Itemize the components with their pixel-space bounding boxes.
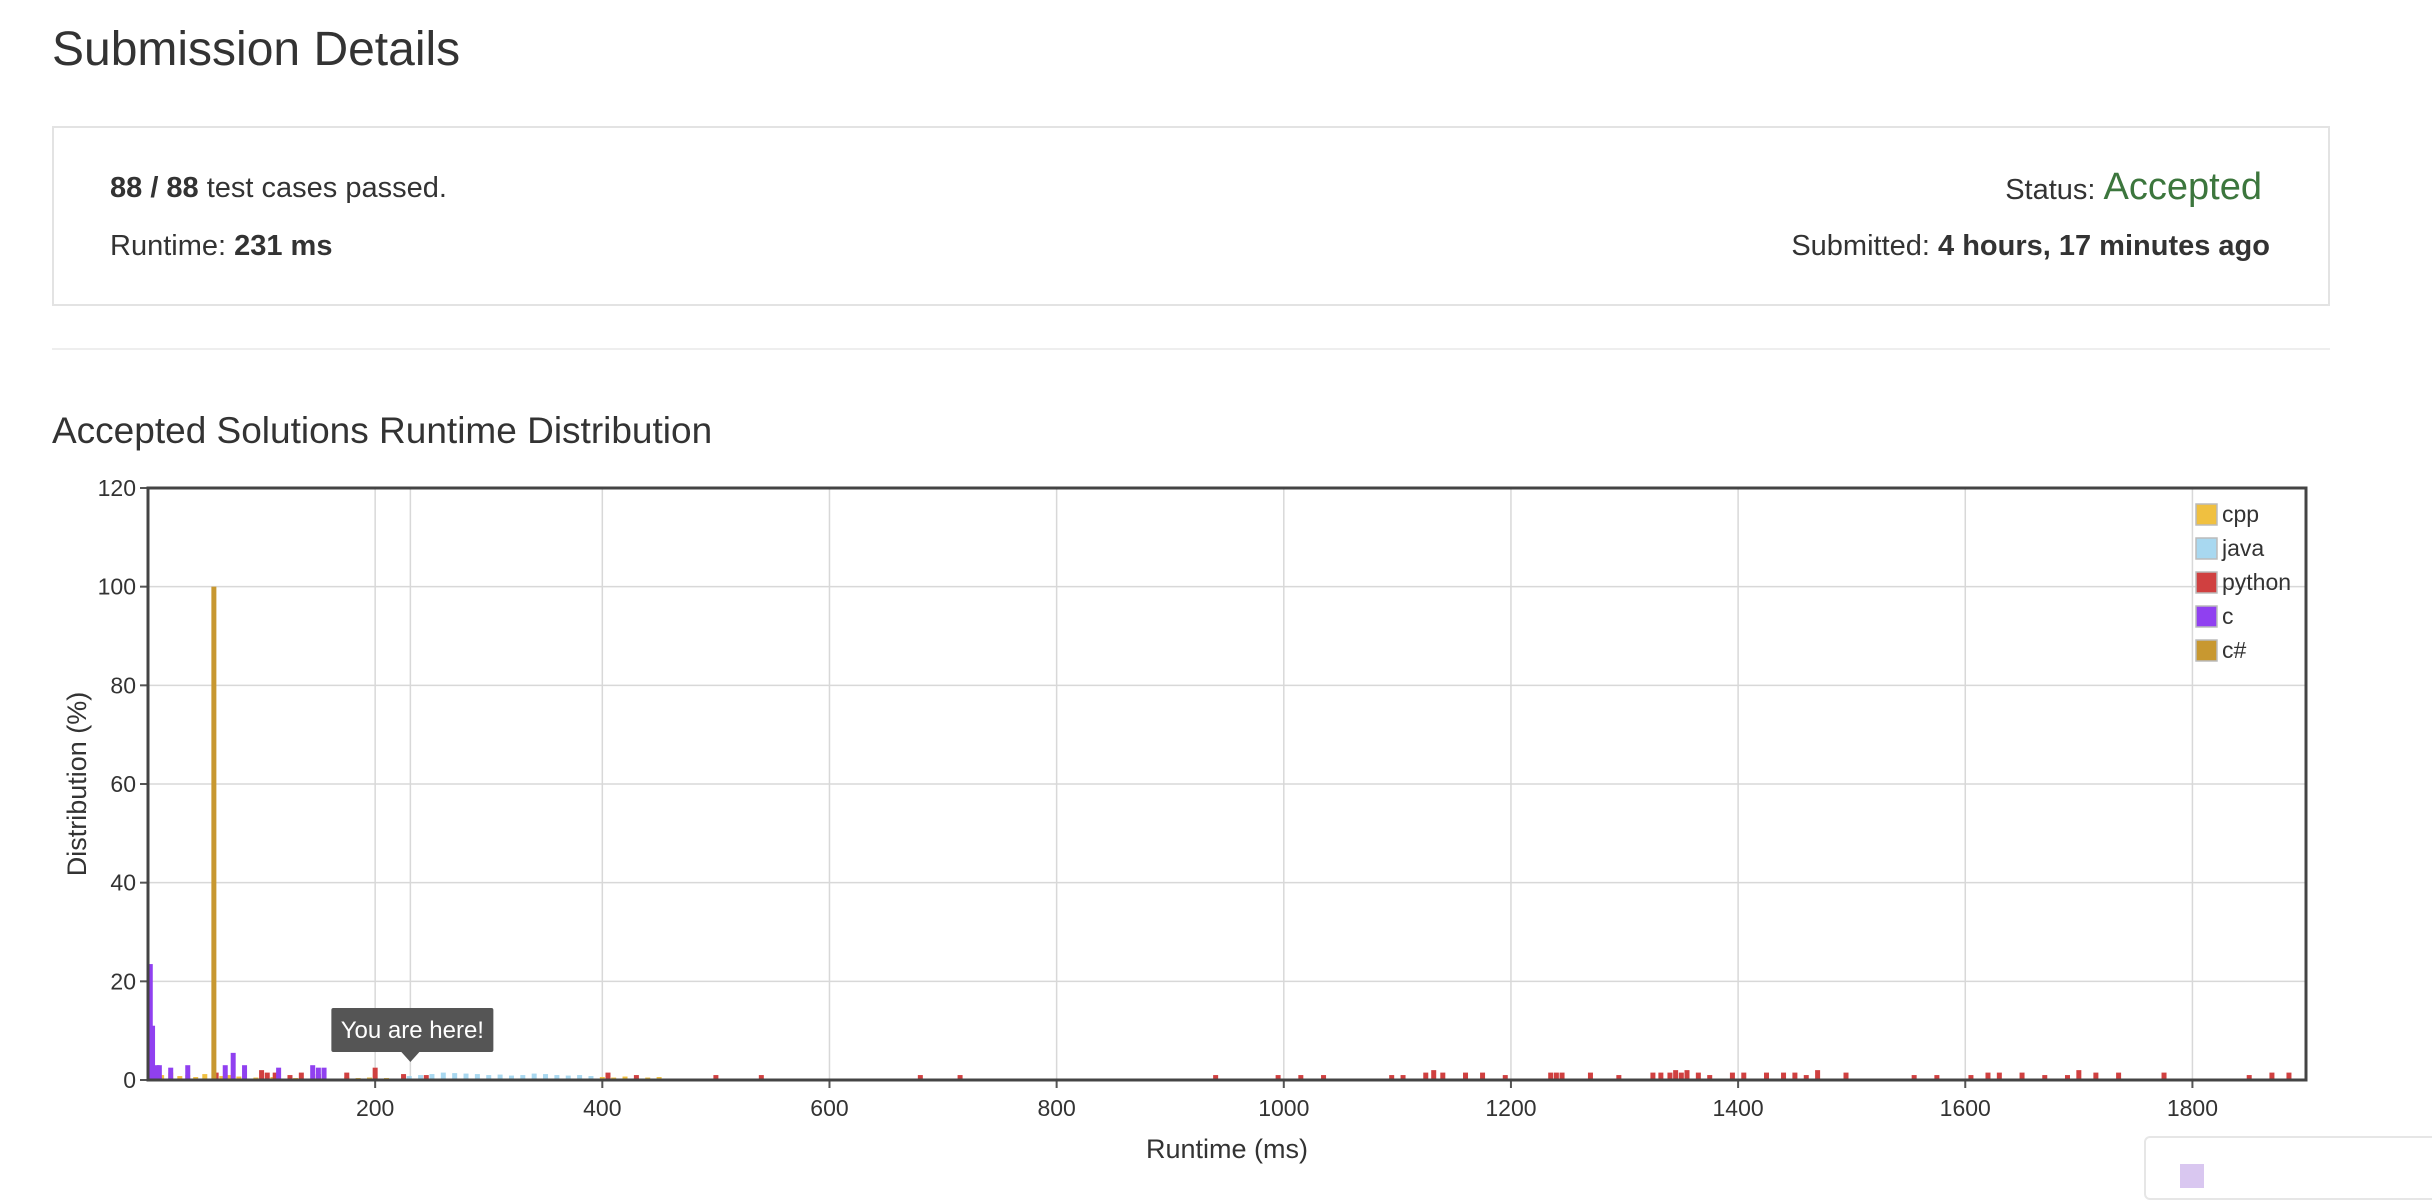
submitted-label: Submitted: — [1791, 230, 1939, 262]
bar-c — [321, 1067, 327, 1080]
submission-details-panel: 88 / 88 test cases passed. Runtime: 231 … — [52, 126, 2330, 306]
x-axis-title: Runtime (ms) — [1146, 1134, 1308, 1164]
y-tick-label: 40 — [110, 870, 136, 896]
bar-csharp — [211, 586, 217, 1080]
x-tick-label: 800 — [1037, 1095, 1075, 1121]
legend-label: cpp — [2222, 501, 2259, 527]
y-tick-label: 80 — [110, 672, 136, 698]
bar-python — [372, 1067, 378, 1080]
legend-label: python — [2222, 569, 2291, 595]
page-title: Submission Details — [52, 23, 461, 76]
x-tick-label: 1800 — [2167, 1095, 2218, 1121]
bar-c — [276, 1067, 282, 1080]
section-divider — [52, 348, 2330, 350]
test-cases-count: 88 / 88 — [110, 172, 199, 204]
y-tick-label: 120 — [98, 475, 136, 501]
bar-c — [315, 1067, 321, 1080]
x-tick-label: 1000 — [1258, 1095, 1309, 1121]
test-cases-suffix: test cases passed. — [198, 172, 447, 204]
x-tick-label: 600 — [810, 1095, 848, 1121]
bar-c — [150, 1025, 156, 1080]
bar-c — [222, 1065, 228, 1080]
x-tick-label: 1200 — [1485, 1095, 1536, 1121]
legend-label: java — [2221, 535, 2264, 561]
runtime-summary: Runtime: 231 ms — [110, 230, 332, 263]
status-accepted-badge[interactable]: Accepted — [2104, 166, 2262, 208]
widget-icon — [2180, 1164, 2204, 1188]
bar-c — [168, 1067, 174, 1080]
legend-swatch — [2195, 639, 2218, 662]
runtime-distribution-chart: 0 20 40 60 80 100 120 200 400 600 800 1000 1200 1400 1… — [62, 475, 2308, 1164]
legend-label: c# — [2222, 637, 2247, 663]
y-tick-label: 20 — [110, 968, 136, 994]
submitted-summary: Submitted: 4 hours, 17 minutes ago — [1791, 230, 2270, 263]
runtime-label: Runtime: — [110, 230, 235, 262]
legend-swatch — [2195, 571, 2218, 594]
bar-c — [156, 1065, 162, 1080]
y-tick-label: 60 — [110, 771, 136, 797]
x-tick-label: 400 — [583, 1095, 621, 1121]
feedback-widget[interactable] — [2144, 1136, 2432, 1200]
legend-swatch — [2195, 537, 2218, 560]
you-are-here-label: You are here! — [341, 1017, 484, 1044]
y-tick-label: 0 — [123, 1067, 136, 1093]
legend-swatch — [2195, 503, 2218, 526]
bar-c — [310, 1065, 316, 1080]
y-tick-label: 100 — [98, 574, 136, 600]
x-tick-label: 1400 — [1713, 1095, 1764, 1121]
runtime-value: 231 ms — [234, 230, 333, 262]
x-tick-label: 1600 — [1940, 1095, 1991, 1121]
legend-swatch — [2195, 605, 2218, 628]
submitted-value: 4 hours, 17 minutes ago — [1938, 230, 2270, 262]
y-axis-title: Distribution (%) — [62, 692, 92, 877]
legend-label: c — [2222, 603, 2234, 629]
x-tick-label: 200 — [356, 1095, 394, 1121]
bar-c — [185, 1065, 191, 1080]
test-cases-summary: 88 / 88 test cases passed. — [110, 172, 447, 205]
status-label: Status: — [2005, 174, 2104, 206]
status-summary: Status: Accepted — [2005, 166, 2262, 209]
bar-c — [242, 1065, 248, 1080]
bar-c — [230, 1052, 236, 1080]
